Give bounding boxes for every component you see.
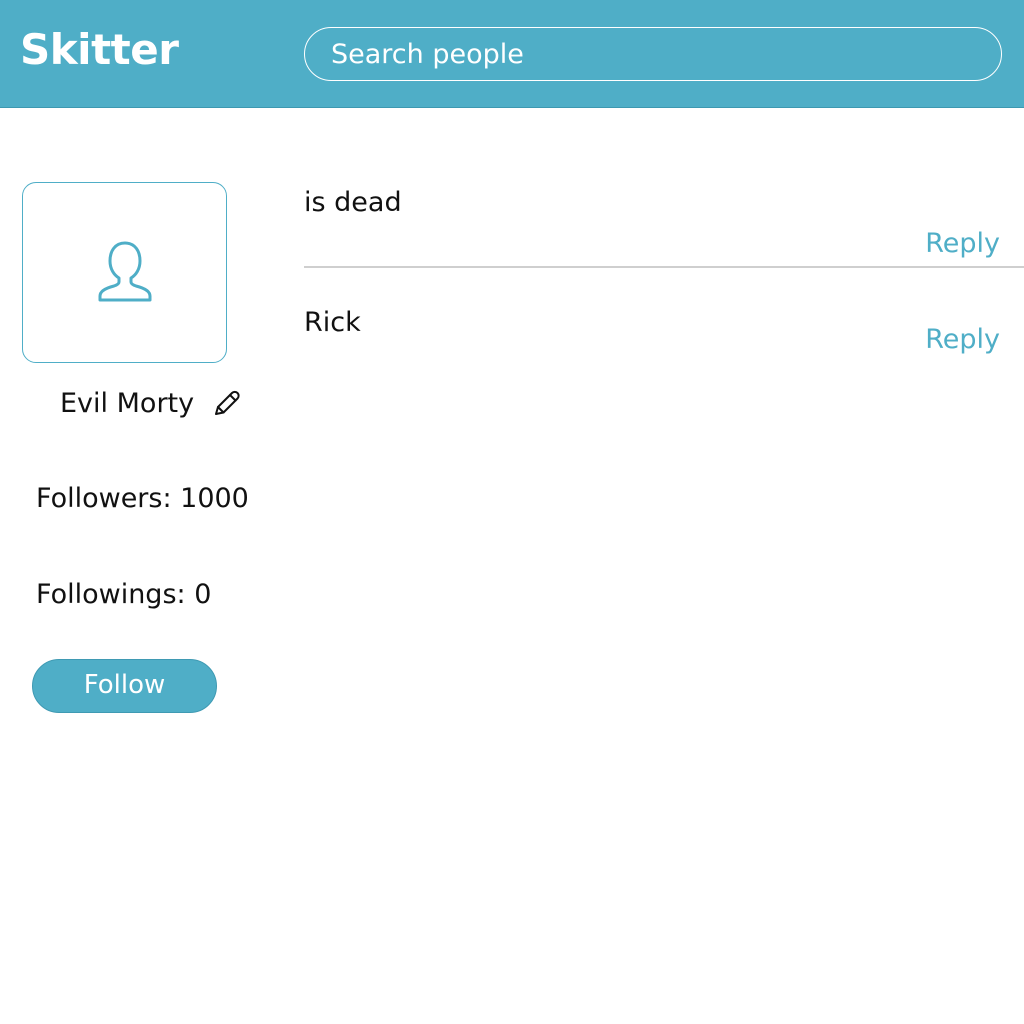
- avatar: [22, 182, 227, 363]
- follow-button[interactable]: Follow: [32, 659, 217, 713]
- followings-count: Followings: 0: [36, 579, 212, 610]
- reply-link[interactable]: Reply: [925, 320, 1000, 360]
- pencil-icon[interactable]: [210, 388, 242, 420]
- followers-count: Followers: 1000: [36, 483, 249, 514]
- search-input[interactable]: [304, 27, 1002, 81]
- profile-name-row: Evil Morty: [60, 382, 242, 426]
- app-logo[interactable]: Skitter: [20, 22, 179, 78]
- post-text: is dead: [304, 187, 402, 218]
- post-text: Rick: [304, 307, 361, 338]
- profile-name: Evil Morty: [60, 388, 195, 419]
- post-item: Rick Reply: [304, 268, 1024, 378]
- post-feed: is dead Reply Rick Reply: [304, 160, 1024, 378]
- post-item: is dead Reply: [304, 160, 1024, 268]
- user-outline-icon: [93, 239, 157, 307]
- top-bar: Skitter: [0, 0, 1024, 108]
- reply-link[interactable]: Reply: [925, 224, 1000, 264]
